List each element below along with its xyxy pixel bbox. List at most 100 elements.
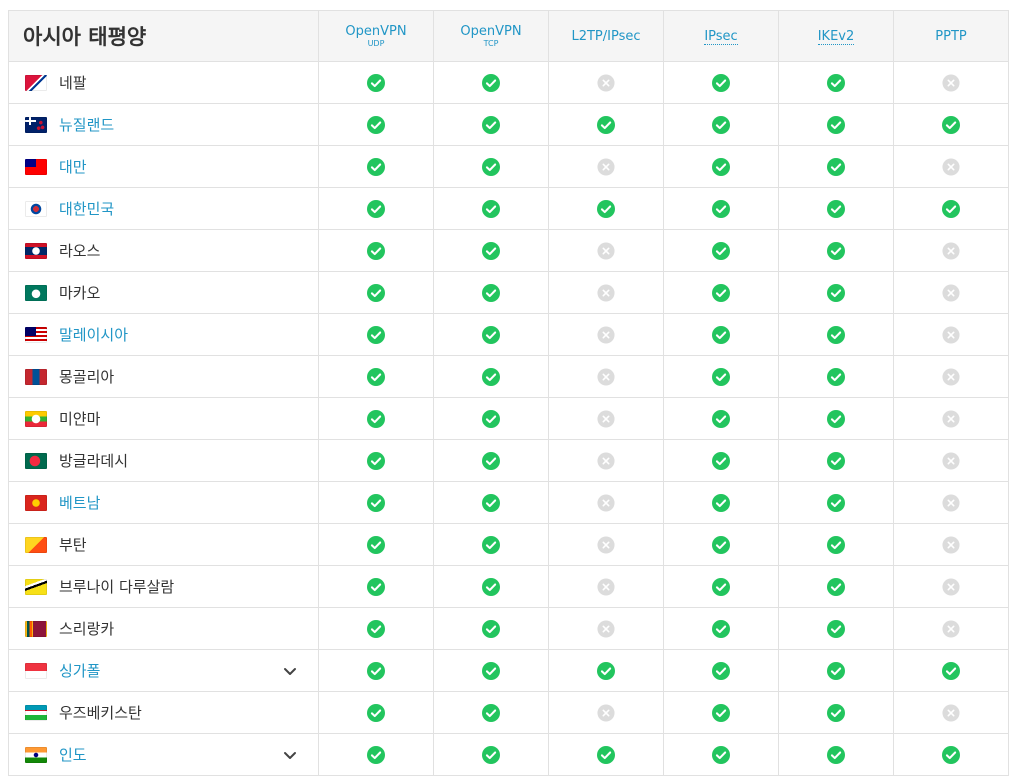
- check-circle-icon: [712, 368, 730, 387]
- support-cell-ikev2: [778, 481, 894, 524]
- check-circle-icon: [827, 116, 845, 135]
- country-name: 라오스: [59, 242, 101, 260]
- support-cell-openvpn-udp: [318, 145, 434, 188]
- support-cell-openvpn-tcp: [433, 271, 549, 314]
- x-circle-icon: [597, 74, 615, 92]
- support-cell-ikev2: [778, 187, 894, 230]
- check-circle-icon: [482, 74, 500, 93]
- support-cell-ipsec: [663, 271, 779, 314]
- check-circle-icon: [597, 200, 615, 219]
- support-cell-openvpn-tcp: [433, 607, 549, 650]
- country-link[interactable]: 말레이시아: [59, 326, 128, 344]
- check-circle-icon: [712, 284, 730, 303]
- support-cell-pptp: [893, 271, 1009, 314]
- country-link[interactable]: 뉴질랜드: [59, 116, 114, 134]
- check-circle-icon: [942, 662, 960, 681]
- support-cell-openvpn-tcp: [433, 187, 549, 230]
- check-circle-icon: [367, 158, 385, 177]
- check-circle-icon: [827, 410, 845, 429]
- support-cell-l2tp-ipsec: [548, 355, 664, 398]
- x-circle-icon: [942, 578, 960, 596]
- support-cell-openvpn-udp: [318, 313, 434, 356]
- check-circle-icon: [367, 494, 385, 513]
- check-circle-icon: [367, 284, 385, 303]
- check-circle-icon: [367, 704, 385, 723]
- column-l2tp-ipsec[interactable]: L2TP/IPsec: [548, 10, 664, 62]
- check-circle-icon: [482, 326, 500, 345]
- check-circle-icon: [367, 578, 385, 597]
- check-circle-icon: [712, 242, 730, 261]
- x-circle-icon: [597, 410, 615, 428]
- check-circle-icon: [827, 620, 845, 639]
- country-link[interactable]: 대한민국: [59, 200, 114, 218]
- support-cell-ikev2: [778, 523, 894, 566]
- support-cell-pptp: [893, 733, 1009, 776]
- chevron-down-icon[interactable]: [282, 747, 298, 763]
- column-label-link[interactable]: IPsec: [704, 28, 738, 45]
- support-cell-l2tp-ipsec: [548, 565, 664, 608]
- flag-india-icon: [25, 746, 47, 763]
- check-circle-icon: [482, 410, 500, 429]
- support-cell-openvpn-tcp: [433, 229, 549, 272]
- check-circle-icon: [827, 368, 845, 387]
- check-circle-icon: [597, 662, 615, 681]
- check-circle-icon: [712, 74, 730, 93]
- support-cell-pptp: [893, 607, 1009, 650]
- column-openvpn-tcp[interactable]: OpenVPN TCP: [433, 10, 549, 62]
- check-circle-icon: [482, 662, 500, 681]
- support-cell-ipsec: [663, 523, 779, 566]
- check-circle-icon: [827, 158, 845, 177]
- column-ipsec[interactable]: IPsec: [663, 10, 779, 62]
- table-row: 대한민국: [8, 187, 1009, 230]
- support-cell-openvpn-udp: [318, 481, 434, 524]
- support-cell-l2tp-ipsec: [548, 145, 664, 188]
- country-cell[interactable]: 싱가폴: [8, 649, 319, 692]
- country-link[interactable]: 인도: [59, 746, 87, 764]
- country-cell: 뉴질랜드: [8, 103, 319, 146]
- country-link[interactable]: 베트남: [59, 494, 100, 512]
- country-link[interactable]: 싱가폴: [59, 662, 100, 680]
- support-cell-ikev2: [778, 355, 894, 398]
- support-cell-ipsec: [663, 397, 779, 440]
- support-cell-ipsec: [663, 145, 779, 188]
- support-cell-openvpn-udp: [318, 523, 434, 566]
- support-cell-openvpn-tcp: [433, 649, 549, 692]
- support-cell-pptp: [893, 355, 1009, 398]
- check-circle-icon: [367, 116, 385, 135]
- support-cell-ipsec: [663, 733, 779, 776]
- check-circle-icon: [827, 704, 845, 723]
- column-ikev2[interactable]: IKEv2: [778, 10, 894, 62]
- x-circle-icon: [942, 494, 960, 512]
- support-cell-openvpn-udp: [318, 733, 434, 776]
- column-openvpn-udp[interactable]: OpenVPN UDP: [318, 10, 434, 62]
- x-circle-icon: [597, 284, 615, 302]
- column-label: OpenVPN: [345, 23, 407, 39]
- support-cell-ikev2: [778, 733, 894, 776]
- support-cell-openvpn-udp: [318, 103, 434, 146]
- country-name: 마카오: [59, 284, 101, 302]
- chevron-down-icon[interactable]: [282, 663, 298, 679]
- check-circle-icon: [367, 662, 385, 681]
- x-circle-icon: [942, 410, 960, 428]
- support-cell-ipsec: [663, 439, 779, 482]
- support-cell-ipsec: [663, 565, 779, 608]
- support-cell-openvpn-udp: [318, 355, 434, 398]
- column-label-link[interactable]: IKEv2: [817, 28, 855, 45]
- check-circle-icon: [482, 536, 500, 555]
- column-label: L2TP/IPsec: [571, 28, 641, 44]
- x-circle-icon: [597, 242, 615, 260]
- country-cell[interactable]: 인도: [8, 733, 319, 776]
- country-cell: 라오스: [8, 229, 319, 272]
- column-pptp[interactable]: PPTP: [893, 10, 1009, 62]
- country-link[interactable]: 대만: [59, 158, 87, 176]
- support-cell-l2tp-ipsec: [548, 397, 664, 440]
- check-circle-icon: [482, 242, 500, 261]
- check-circle-icon: [482, 158, 500, 177]
- country-cell: 베트남: [8, 481, 319, 524]
- support-cell-openvpn-udp: [318, 691, 434, 734]
- flag-south-korea-icon: [25, 200, 47, 217]
- country-name: 미얀마: [59, 410, 101, 428]
- table-row: 부탄: [8, 523, 1009, 566]
- support-cell-ipsec: [663, 229, 779, 272]
- x-circle-icon: [942, 242, 960, 260]
